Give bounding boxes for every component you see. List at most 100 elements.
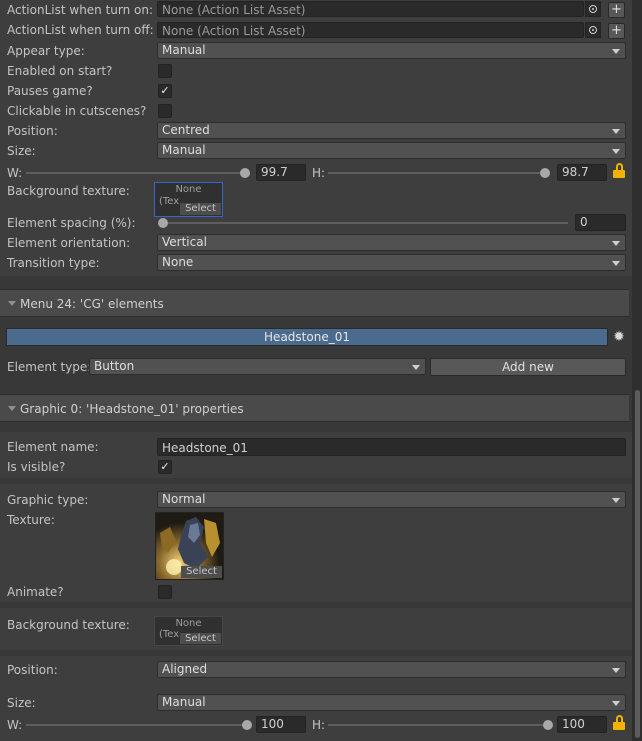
size-dropdown[interactable]: Manual <box>157 142 626 159</box>
element-type-value: Button <box>94 359 135 373</box>
plus-icon[interactable]: + <box>608 2 625 18</box>
element-name-field[interactable]: Headstone_01 <box>157 438 626 456</box>
dropdown-arrow-icon <box>412 365 420 370</box>
dropdown-arrow-icon <box>612 701 620 706</box>
is-visible-checkbox[interactable]: ✓ <box>158 460 172 474</box>
graphic-height-field[interactable]: 100 <box>557 716 607 733</box>
texture-select-button[interactable]: Select <box>180 203 221 215</box>
texture-type-text: (Tex <box>159 629 180 640</box>
dropdown-arrow-icon <box>612 149 620 154</box>
enabled-on-start-checkbox[interactable] <box>158 64 172 78</box>
graphic-width-slider-track[interactable] <box>26 724 250 726</box>
appear-type-value: Manual <box>162 43 206 57</box>
object-picker-icon[interactable] <box>585 22 601 38</box>
texture-none-text: None <box>175 618 202 629</box>
graphic-type-label: Graphic type: <box>7 493 89 507</box>
graphic-width-label: W: <box>7 718 23 732</box>
dropdown-arrow-icon <box>612 241 620 246</box>
graphic-position-label: Position: <box>7 663 58 677</box>
transition-type-value: None <box>162 255 194 269</box>
graphic-size-dropdown[interactable]: Manual <box>157 694 626 711</box>
graphic-position-dropdown[interactable]: Aligned <box>157 661 626 678</box>
texture-slot[interactable]: Select <box>155 512 224 580</box>
graphic-height-slider-handle[interactable] <box>543 720 553 730</box>
graphic-type-dropdown[interactable]: Normal <box>157 491 626 508</box>
clickable-cutscenes-label: Clickable in cutscenes? <box>7 104 147 118</box>
add-new-button[interactable]: Add new <box>430 358 626 376</box>
checkmark-icon: ✓ <box>160 460 170 473</box>
graphic-type-value: Normal <box>162 492 206 506</box>
lock-icon[interactable] <box>612 163 626 179</box>
dropdown-arrow-icon <box>612 129 620 134</box>
height-label: H: <box>312 166 326 180</box>
animate-label: Animate? <box>7 585 64 599</box>
element-spacing-slider-track[interactable] <box>163 222 568 224</box>
dropdown-arrow-icon <box>612 498 620 503</box>
actionlist-off-label: ActionList when turn off: <box>7 23 154 37</box>
element-spacing-label: Element spacing (%): <box>7 216 136 230</box>
graphic-background-texture-slot[interactable]: None (Tex Select <box>154 616 223 646</box>
width-slider-handle[interactable] <box>240 168 250 178</box>
graphic-height-slider-track[interactable] <box>328 724 552 726</box>
graphic-width-slider-handle[interactable] <box>242 720 252 730</box>
foldout-arrow-icon <box>8 406 16 411</box>
graphic-size-label: Size: <box>7 696 36 710</box>
element-orientation-label: Element orientation: <box>7 236 131 250</box>
dropdown-arrow-icon <box>612 261 620 266</box>
actionlist-on-label: ActionList when turn on: <box>7 3 154 17</box>
transition-type-dropdown[interactable]: None <box>157 254 626 271</box>
size-value: Manual <box>162 143 206 157</box>
height-slider-track[interactable] <box>328 172 550 174</box>
menu-elements-header[interactable]: Menu 24: 'CG' elements <box>0 289 629 317</box>
element-orientation-value: Vertical <box>162 235 207 249</box>
actionlist-on-field[interactable]: None (Action List Asset) <box>157 1 584 17</box>
checkmark-icon: ✓ <box>160 84 170 97</box>
scrollbar-thumb[interactable] <box>635 390 640 738</box>
graphic-background-texture-label: Background texture: <box>7 618 130 632</box>
texture-label: Texture: <box>7 513 55 527</box>
background-texture-slot[interactable]: None (Tex Select <box>154 182 223 217</box>
element-type-label: Element type: <box>7 360 92 374</box>
appear-type-label: Appear type: <box>7 44 85 58</box>
appear-type-dropdown[interactable]: Manual <box>157 42 626 59</box>
texture-none-text: None <box>175 184 202 195</box>
graphic-width-field[interactable]: 100 <box>256 716 306 733</box>
element-orientation-dropdown[interactable]: Vertical <box>157 234 626 251</box>
animate-checkbox[interactable] <box>158 585 172 599</box>
element-type-dropdown[interactable]: Button <box>89 358 426 375</box>
width-slider-track[interactable] <box>26 172 248 174</box>
width-field[interactable]: 99.7 <box>256 164 306 181</box>
enabled-on-start-label: Enabled on start? <box>7 64 113 78</box>
background-texture-label: Background texture: <box>7 184 130 198</box>
element-spacing-field[interactable]: 0 <box>575 214 626 231</box>
height-slider-handle[interactable] <box>540 168 550 178</box>
foldout-arrow-icon <box>8 301 16 306</box>
position-dropdown[interactable]: Centred <box>157 122 626 139</box>
dropdown-arrow-icon <box>612 49 620 54</box>
menu-elements-title: Menu 24: 'CG' elements <box>20 297 164 311</box>
element-name-label: Element name: <box>7 440 99 454</box>
graphic-properties-title: Graphic 0: 'Headstone_01' properties <box>20 402 244 416</box>
width-label: W: <box>7 166 23 180</box>
element-list-item-selected[interactable]: Headstone_01 <box>6 328 608 346</box>
texture-select-button[interactable]: Select <box>181 566 222 578</box>
size-label: Size: <box>7 144 36 158</box>
lock-icon[interactable] <box>612 715 626 731</box>
actionlist-off-field[interactable]: None (Action List Asset) <box>157 22 584 38</box>
element-spacing-slider-handle[interactable] <box>158 218 168 228</box>
graphic-height-label: H: <box>312 718 326 732</box>
height-field[interactable]: 98.7 <box>557 164 607 181</box>
gear-icon[interactable]: ✹ <box>611 329 627 345</box>
is-visible-label: Is visible? <box>7 460 66 474</box>
dropdown-arrow-icon <box>612 668 620 673</box>
position-value: Centred <box>162 123 210 137</box>
graphic-position-value: Aligned <box>162 662 208 676</box>
pauses-game-checkbox[interactable]: ✓ <box>158 84 172 98</box>
plus-icon[interactable]: + <box>608 23 625 39</box>
texture-type-text: (Tex <box>159 196 180 207</box>
clickable-cutscenes-checkbox[interactable] <box>158 104 172 118</box>
texture-select-button[interactable]: Select <box>180 633 221 644</box>
object-picker-icon[interactable] <box>585 1 601 17</box>
pauses-game-label: Pauses game? <box>7 84 93 98</box>
graphic-properties-header[interactable]: Graphic 0: 'Headstone_01' properties <box>0 394 629 422</box>
